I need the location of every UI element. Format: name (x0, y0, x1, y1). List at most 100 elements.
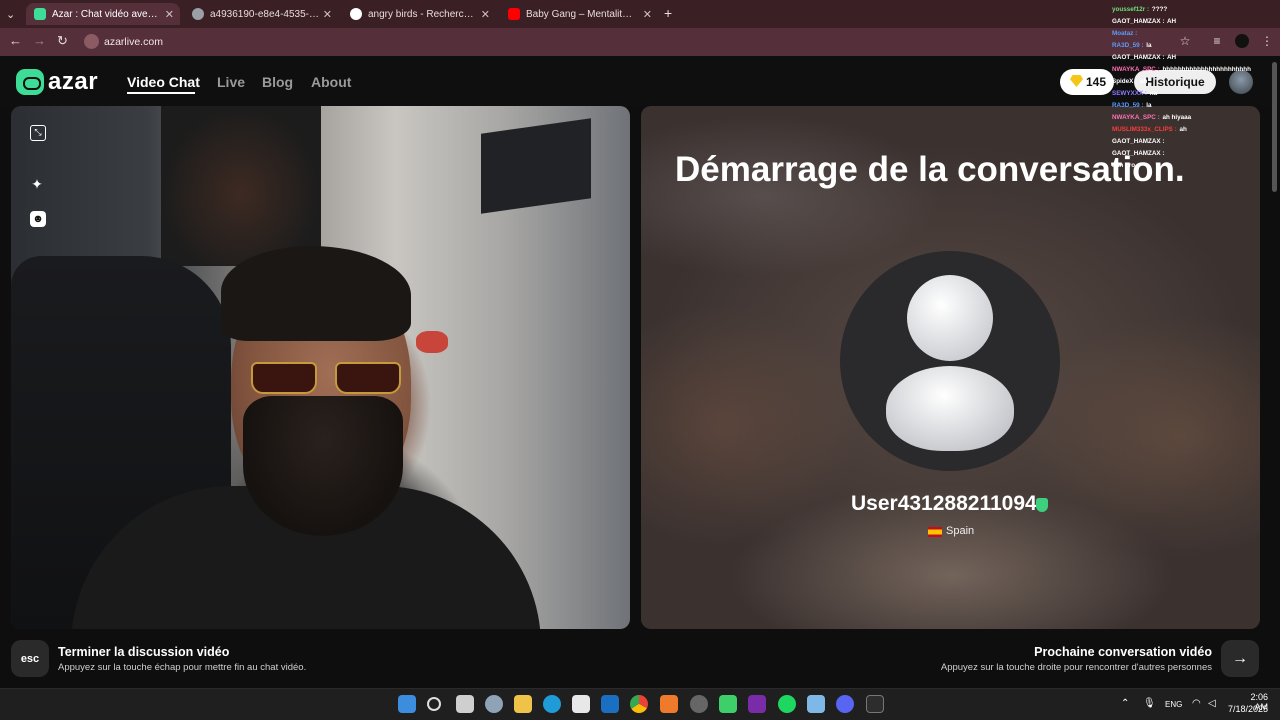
nav-about[interactable]: About (311, 74, 351, 90)
video-background-poster (161, 106, 321, 266)
end-chat-hint: Appuyez sur la touche échap pour mettre … (58, 662, 307, 673)
language-indicator[interactable]: ENG (1165, 700, 1182, 709)
back-icon[interactable]: ← (9, 33, 22, 48)
chat-username: GAOT_HAMZAX : (1112, 150, 1165, 157)
azar-favicon-icon (34, 8, 46, 20)
partner-country: Spain (946, 525, 975, 537)
esc-key-label: esc (20, 652, 40, 665)
chat-username: SpideX : (1112, 78, 1138, 85)
chat-message: SpideX : ah (1112, 76, 1280, 88)
app-icon-green[interactable] (719, 695, 737, 713)
azar-logo-text[interactable]: azar (48, 68, 98, 96)
tab-google-search[interactable]: angry birds - Recherche Google ✕ (342, 3, 496, 25)
chat-text: AH (1165, 18, 1177, 25)
wifi-icon[interactable]: ◠ (1192, 698, 1201, 709)
nav-blog[interactable]: Blog (262, 74, 293, 90)
volume-icon[interactable]: ◁ (1208, 698, 1216, 709)
reload-icon[interactable]: ↻ (57, 33, 68, 49)
gems-count: 145 (1085, 75, 1106, 89)
spain-flag-icon (928, 527, 942, 537)
app-icon-blue[interactable] (807, 695, 825, 713)
next-chat-title: Prochaine conversation vidéo (1034, 645, 1212, 659)
edge-browser-icon[interactable] (543, 695, 561, 713)
chat-username: RA3D_59 : (1112, 42, 1144, 49)
nav-live[interactable]: Live (217, 74, 245, 90)
close-tab-icon[interactable]: ✕ (481, 8, 490, 21)
forward-icon[interactable]: → (33, 33, 46, 48)
chat-text: hhhhhhhhhhhhhhhhhhhhhhh (1160, 66, 1251, 73)
chat-username: NWAYKA_SPC : (1112, 66, 1160, 73)
settings-gear-icon[interactable] (485, 695, 503, 713)
chat-text: ah hiyaaa (1160, 114, 1192, 121)
tab-youtube[interactable]: Baby Gang – Mentalité [Official ✕ (500, 3, 658, 25)
chat-username: NWAYKA_SPC : (1112, 114, 1160, 121)
stream-chat-overlay: youssef12r : ???? GAOT_HAMZAX : AH Moataz … (1112, 4, 1280, 184)
close-tab-icon[interactable]: ✕ (165, 8, 174, 21)
chat-message: Moataz : (1112, 28, 1280, 40)
site-info-icon[interactable] (84, 34, 99, 49)
close-tab-icon[interactable]: ✕ (643, 8, 652, 21)
address-bar-row (0, 28, 1280, 56)
task-view-icon[interactable] (456, 695, 474, 713)
connection-status-title: Démarrage de la conversation. (675, 150, 1185, 189)
new-tab-button[interactable]: + (664, 5, 672, 21)
chat-message: MUSLIM333x_CLIPS : ah (1112, 124, 1280, 136)
close-tab-icon[interactable]: ✕ (323, 8, 332, 21)
verified-shield-icon (1036, 498, 1048, 512)
youtube-icon (508, 8, 520, 20)
chat-message: NWAYKA_SPC : ah hiyaaa (1112, 112, 1280, 124)
avatar-body-shape (886, 366, 1014, 451)
chat-message: RA3D_59 : la (1112, 40, 1280, 52)
google-icon (350, 8, 362, 20)
chat-username: GAOT_HAMZAX : (1112, 138, 1165, 145)
chat-username: RA3D_59 : (1112, 102, 1144, 109)
app-icon-purple[interactable] (748, 695, 766, 713)
gems-balance-button[interactable]: 145 (1060, 69, 1114, 95)
microphone-icon[interactable]: 🎙 (1143, 698, 1156, 709)
file-explorer-icon[interactable] (514, 695, 532, 713)
partner-avatar (840, 251, 1060, 471)
spotify-icon[interactable] (778, 695, 796, 713)
windows-start-icon[interactable] (398, 695, 416, 713)
chat-message: GAOT_HAMZAX : AH (1112, 52, 1280, 64)
store-icon[interactable] (572, 695, 590, 713)
clock-date[interactable]: 7/18/2025 (1228, 704, 1268, 714)
chrome-icon[interactable] (630, 695, 648, 713)
nav-video-chat[interactable]: Video Chat (127, 74, 200, 90)
chat-username: youssef12r : (1112, 6, 1150, 13)
chat-username: SEWYXXX : (1112, 90, 1147, 97)
chat-username: GAOT_HAMZAX : (1112, 18, 1165, 25)
tab-azar[interactable]: Azar : Chat vidéo avec de n ✕ (26, 3, 180, 25)
video-person-sunglasses (251, 358, 401, 394)
chat-text: la (1144, 102, 1152, 109)
effects-sparkle-icon[interactable]: ✦ (29, 176, 45, 192)
chat-message: RA3D_59 : la (1112, 100, 1280, 112)
chat-message: GAOT_HAMZAX : (1112, 136, 1280, 148)
chat-message: youssef12r : ???? (1112, 4, 1280, 16)
chat-text: nah bro (1112, 162, 1136, 169)
tab-search-icon[interactable]: ⌄ (6, 8, 15, 21)
end-chat-button[interactable]: esc (11, 640, 49, 677)
tab-title: angry birds - Recherche Google (368, 8, 478, 20)
chat-text: ah (1138, 78, 1148, 85)
tab-uuid[interactable]: a4936190-e8e4-4535-8d57-8d ✕ (184, 3, 338, 25)
next-chat-button[interactable]: → (1221, 640, 1259, 677)
chat-message: GAOT_HAMZAX : AH (1112, 16, 1280, 28)
url-field[interactable]: azarlive.com (104, 36, 163, 48)
terminal-icon[interactable] (866, 695, 884, 713)
minimize-video-icon[interactable]: ⤡ (30, 125, 46, 141)
tab-title: Baby Gang – Mentalité [Official (526, 8, 636, 20)
chat-text: ah (1177, 126, 1187, 133)
discord-icon[interactable] (836, 695, 854, 713)
tray-chevron-icon[interactable]: ⌃ (1121, 698, 1129, 709)
app-icon-circle[interactable] (690, 695, 708, 713)
chat-message: nah bro (1112, 160, 1280, 172)
chat-text: ???? (1150, 6, 1168, 13)
sticker-face-icon[interactable]: ☻ (30, 211, 46, 227)
tab-title: Azar : Chat vidéo avec de n (52, 8, 162, 20)
app-icon-orange[interactable] (660, 695, 678, 713)
search-icon[interactable] (427, 697, 441, 711)
azar-logo-icon[interactable] (16, 69, 44, 95)
outlook-icon[interactable] (601, 695, 619, 713)
chat-text: na (1148, 90, 1158, 97)
